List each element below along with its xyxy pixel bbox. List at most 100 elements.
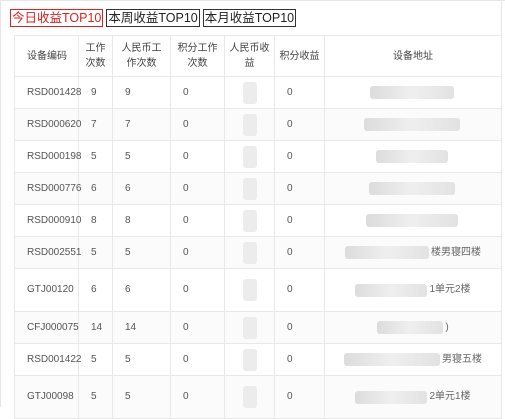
cell-device-code: CFJ000075 — [14, 311, 79, 344]
cell-rmb-work-count: 14 — [112, 311, 171, 344]
redaction-blur — [345, 246, 429, 259]
cell-device-code: RSD001422 — [14, 343, 81, 376]
redaction-blur — [370, 86, 454, 99]
cell-points-income: 0 — [274, 172, 325, 205]
cell-device-address — [324, 140, 502, 173]
cell-points-work-count: 0 — [170, 140, 225, 173]
table-row: RSD000776 6 6 0 0 — [14, 172, 502, 205]
cell-rmb-income-redacted — [224, 268, 275, 312]
cell-device-code: RSD000198 — [14, 140, 81, 173]
cell-device-code: GTJ00098 — [14, 375, 79, 419]
redaction-blur — [242, 177, 257, 200]
cell-device-code: RSD002551 — [14, 236, 81, 269]
header-work-count: 工作次数 — [78, 35, 113, 77]
cell-device-address — [324, 204, 502, 237]
cell-points-work-count: 0 — [170, 236, 225, 269]
address-visible-text: 2单元1楼 — [429, 391, 471, 402]
table-row: RSD002551 5 5 0 0 楼男寝四楼 — [14, 236, 502, 269]
cell-points-income: 0 — [274, 343, 325, 376]
table-row: GTJ00120 6 6 0 0 1单元2楼 — [14, 268, 502, 312]
cell-rmb-work-count: 5 — [112, 343, 171, 376]
cell-points-work-count: 0 — [170, 268, 225, 312]
redaction-blur — [376, 150, 448, 163]
cell-rmb-income-redacted — [224, 76, 275, 109]
cell-device-address: 男寝五楼 — [324, 343, 502, 376]
redaction-blur — [242, 348, 257, 371]
cell-rmb-income-redacted — [224, 236, 275, 269]
redaction-blur — [377, 321, 444, 334]
cell-device-code: RSD000620 — [14, 108, 81, 141]
cell-device-address: 2单元1楼 — [324, 375, 502, 419]
header-rmb-work-count: 人民币工作次数 — [112, 35, 171, 77]
cell-work-count: 9 — [78, 76, 113, 109]
cell-points-income: 0 — [274, 204, 325, 237]
cell-rmb-income-redacted — [224, 375, 275, 419]
cell-device-code: RSD001428 — [14, 76, 81, 109]
cell-rmb-income-redacted — [224, 108, 275, 141]
ranking-tabs: 今日收益TOP10 本周收益TOP10 本月收益TOP10 — [10, 9, 297, 27]
cell-device-address — [324, 172, 502, 205]
frame-left-border — [0, 0, 1, 407]
tab-month-top10[interactable]: 本月收益TOP10 — [202, 9, 297, 27]
header-rmb-income: 人民币收益 — [224, 35, 275, 77]
redaction-blur — [242, 241, 257, 264]
tab-today-top10[interactable]: 今日收益TOP10 — [10, 9, 104, 27]
cell-rmb-work-count: 9 — [112, 76, 171, 109]
cell-rmb-work-count: 5 — [112, 236, 171, 269]
cell-rmb-work-count: 5 — [112, 375, 171, 419]
table-row: RSD001422 5 5 0 0 男寝五楼 — [14, 343, 502, 376]
cell-points-work-count: 0 — [170, 108, 225, 141]
redaction-blur — [242, 209, 257, 232]
cell-rmb-work-count: 7 — [112, 108, 171, 141]
cell-rmb-income-redacted — [224, 140, 275, 173]
redaction-blur — [369, 182, 455, 195]
cell-device-address — [324, 108, 502, 141]
table-row: RSD001428 9 9 0 0 — [14, 76, 502, 109]
redaction-blur — [355, 390, 428, 404]
redaction-blur — [242, 279, 257, 301]
cell-work-count: 8 — [78, 204, 113, 237]
header-device-address: 设备地址 — [324, 35, 502, 77]
cell-points-work-count: 0 — [170, 172, 225, 205]
address-visible-text: 男寝五楼 — [442, 353, 482, 365]
cell-device-address: ) — [324, 311, 502, 344]
cell-work-count: 5 — [78, 236, 113, 269]
table-row: CFJ000075 14 14 0 0 ) — [14, 311, 502, 344]
redaction-blur — [344, 353, 440, 366]
cell-rmb-income-redacted — [224, 204, 275, 237]
cell-points-work-count: 0 — [170, 76, 225, 109]
cell-points-work-count: 0 — [170, 204, 225, 237]
cell-work-count: 6 — [78, 172, 113, 205]
table-row: RSD000910 8 8 0 0 — [14, 204, 502, 237]
cell-rmb-income-redacted — [224, 172, 275, 205]
cell-work-count: 5 — [78, 343, 113, 376]
redaction-blur — [242, 81, 257, 104]
cell-work-count: 5 — [78, 375, 113, 419]
cell-work-count: 7 — [78, 108, 113, 141]
cell-points-income: 0 — [274, 236, 325, 269]
cell-rmb-work-count: 6 — [112, 172, 171, 205]
tab-week-top10[interactable]: 本周收益TOP10 — [106, 9, 200, 27]
cell-device-address: 1单元2楼 — [324, 268, 502, 312]
redaction-blur — [242, 386, 257, 408]
cell-rmb-income-redacted — [224, 311, 275, 344]
cell-points-work-count: 0 — [170, 311, 225, 344]
cell-work-count: 6 — [78, 268, 113, 312]
table-row: GTJ00098 5 5 0 0 2单元1楼 — [14, 375, 502, 419]
cell-rmb-work-count: 5 — [112, 140, 171, 173]
address-visible-text: 1单元2楼 — [429, 284, 471, 295]
address-visible-text: 楼男寝四楼 — [431, 246, 481, 258]
cell-points-income: 0 — [274, 108, 325, 141]
table-header-row: 设备编码 工作次数 人民币工作次数 积分工作次数 人民币收益 积分收益 设备地址 — [14, 35, 502, 77]
cell-device-address: 楼男寝四楼 — [324, 236, 502, 269]
header-points-income: 积分收益 — [274, 35, 325, 77]
cell-device-code: RSD000910 — [14, 204, 81, 237]
redaction-blur — [366, 214, 458, 227]
income-ranking-table: 设备编码 工作次数 人民币工作次数 积分工作次数 人民币收益 积分收益 设备地址… — [14, 35, 502, 419]
redaction-blur — [242, 113, 257, 136]
cell-points-income: 0 — [274, 140, 325, 173]
cell-rmb-income-redacted — [224, 343, 275, 376]
redaction-blur — [242, 316, 257, 339]
header-device-code: 设备编码 — [14, 35, 79, 77]
cell-points-income: 0 — [274, 375, 325, 419]
